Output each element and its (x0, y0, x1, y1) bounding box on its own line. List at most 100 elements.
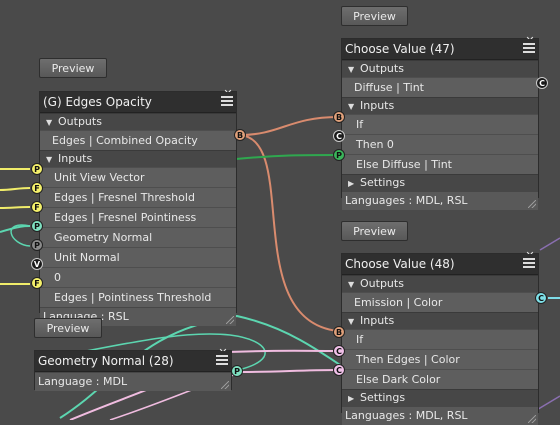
input-port[interactable]: P (333, 149, 345, 161)
node-title-label: Choose Value (48) (345, 257, 455, 271)
wire-purple (539, 237, 560, 251)
footer-label: Languages : MDL, RSL (345, 409, 468, 422)
input-label: Else Diffuse | Tint (356, 158, 452, 171)
section-label: Outputs (360, 62, 404, 75)
footer-label: Languages : MDL, RSL (345, 194, 468, 207)
node-title[interactable]: Choose Value (47) (342, 39, 538, 60)
input-port[interactable]: F (31, 182, 43, 194)
input-port[interactable]: P (31, 239, 43, 251)
wire-orange (239, 134, 339, 332)
input-label: Then Edges | Color (356, 353, 460, 366)
output-port[interactable]: P (231, 365, 243, 377)
node-choose-value-48[interactable]: ✕ Choose Value (48) ▼Outputs Emission | … (341, 250, 539, 425)
input-row: Unit Normal (40, 247, 236, 267)
preview-button[interactable]: Preview (341, 6, 408, 26)
input-label: 0 (54, 271, 61, 284)
node-title[interactable]: (G) Edges Opacity (40, 92, 236, 113)
outputs-section[interactable]: ▼ Outputs (342, 275, 538, 292)
resize-grip-icon[interactable] (226, 316, 234, 324)
node-choose-value-47[interactable]: ✕ Choose Value (47) ▼Outputs Diffuse | T… (341, 35, 539, 210)
node-edges-opacity[interactable]: ✕ (G) Edges Opacity ▼Outputs Edges | Com… (39, 88, 237, 326)
input-port[interactable]: P (31, 220, 43, 232)
input-port[interactable]: C (333, 364, 345, 376)
input-row: 0 (40, 267, 236, 287)
menu-icon[interactable] (216, 355, 228, 367)
input-row: Geometry Normal (40, 227, 236, 247)
outputs-section[interactable]: ▼ Outputs (40, 113, 236, 130)
input-port[interactable]: B (333, 326, 345, 338)
output-port[interactable]: B (234, 129, 246, 141)
input-row: If (342, 114, 538, 134)
triangle-down-icon: ▼ (46, 118, 53, 127)
input-label: Edges | Pointiness Threshold (54, 291, 212, 304)
input-row: Edges | Pointiness Threshold (40, 287, 236, 307)
inputs-section[interactable]: ▼ Inputs (342, 312, 538, 329)
output-port[interactable]: C (536, 77, 548, 89)
input-row: Unit View Vector (40, 167, 236, 187)
input-row: Edges | Fresnel Threshold (40, 187, 236, 207)
preview-button[interactable]: Preview (341, 221, 408, 241)
triangle-right-icon: ▶ (348, 179, 355, 188)
node-title[interactable]: Choose Value (48) (342, 254, 538, 275)
menu-icon[interactable] (523, 43, 535, 55)
menu-icon[interactable] (221, 96, 233, 108)
output-row: Edges | Combined Opacity (40, 130, 236, 150)
triangle-down-icon: ▼ (348, 280, 355, 289)
input-row: Edges | Fresnel Pointiness Threshold (40, 207, 236, 243)
resize-grip-icon[interactable] (221, 381, 229, 389)
node-geometry-normal[interactable]: ✕ Geometry Normal (28) Language : MDL (34, 347, 232, 391)
inputs-section[interactable]: ▼ Inputs (40, 150, 236, 167)
input-port[interactable]: C (333, 345, 345, 357)
triangle-down-icon: ▼ (348, 102, 355, 111)
resize-grip-icon[interactable] (528, 200, 536, 208)
section-label: Inputs (58, 152, 93, 165)
output-label: Diffuse | Tint (354, 81, 424, 94)
preview-button[interactable]: Preview (39, 58, 107, 78)
wire-yellow (0, 187, 31, 191)
triangle-down-icon: ▼ (46, 155, 53, 164)
wire-pink (242, 369, 339, 373)
triangle-down-icon: ▼ (348, 65, 355, 74)
input-row: Then 0 (342, 134, 538, 154)
node-title-label: Choose Value (47) (345, 42, 455, 56)
output-row: Diffuse | Tint (342, 77, 538, 97)
outputs-section[interactable]: ▼ Outputs (342, 60, 538, 77)
footer-label: Language : MDL (38, 375, 128, 388)
input-label: Then 0 (356, 138, 394, 151)
node-title[interactable]: Geometry Normal (28) (35, 351, 231, 372)
input-row: Else Diffuse | Tint (342, 154, 538, 174)
language-footer: Language : MDL (35, 372, 231, 391)
input-label: If (356, 333, 364, 346)
output-label: Edges | Combined Opacity (52, 134, 198, 147)
settings-section[interactable]: ▶ Settings (342, 174, 538, 191)
output-port[interactable]: C (535, 292, 547, 304)
inputs-section[interactable]: ▼ Inputs (342, 97, 538, 114)
section-label: Inputs (360, 314, 395, 327)
input-port[interactable]: P (31, 163, 43, 175)
wire-pink (227, 349, 339, 353)
preview-button[interactable]: Preview (34, 318, 102, 338)
wire-green (235, 154, 339, 160)
input-label: Edges | Fresnel Threshold (54, 191, 195, 204)
input-port[interactable]: C (333, 130, 345, 142)
input-port[interactable]: F (31, 201, 43, 213)
input-port[interactable]: F (31, 277, 43, 289)
input-label: Unit Normal (54, 251, 120, 264)
input-row: Else Dark Color (342, 369, 538, 389)
language-footer: Languages : MDL, RSL (342, 406, 538, 425)
settings-section[interactable]: ▶ Settings (342, 389, 538, 406)
wire-orange (239, 116, 339, 136)
menu-icon[interactable] (523, 258, 535, 270)
wire-yellow (0, 206, 31, 209)
resize-grip-icon[interactable] (528, 415, 536, 423)
node-title-label: Geometry Normal (28) (38, 354, 174, 368)
node-title-label: (G) Edges Opacity (43, 95, 152, 109)
input-port[interactable]: V (31, 258, 43, 270)
input-label: Else Dark Color (356, 373, 441, 386)
input-row: If (342, 329, 538, 349)
input-label: If (356, 118, 364, 131)
section-label: Inputs (360, 99, 395, 112)
section-label: Outputs (58, 115, 102, 128)
input-port[interactable]: B (333, 111, 345, 123)
output-label: Emission | Color (354, 296, 443, 309)
